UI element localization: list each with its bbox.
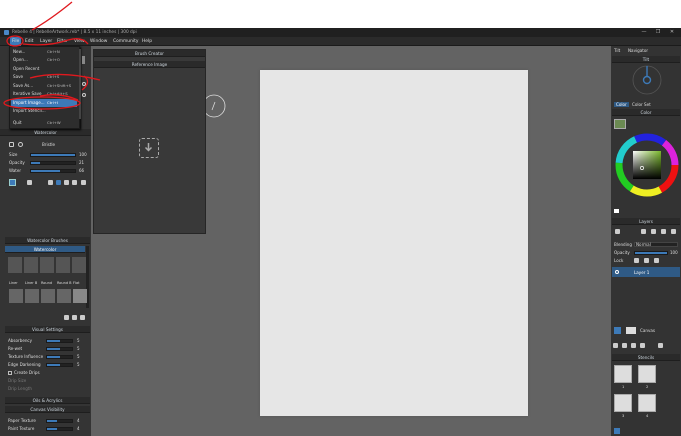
- lock-icon[interactable]: [644, 258, 649, 263]
- delete-layer-icon[interactable]: [658, 343, 663, 348]
- add-layer-icon[interactable]: [613, 343, 618, 348]
- current-color-swatch[interactable]: [614, 119, 626, 129]
- stencil-thumb[interactable]: [614, 365, 632, 383]
- folder-icon[interactable]: [622, 343, 627, 348]
- stencil-count: 1: [622, 385, 625, 389]
- layer-tool-icon[interactable]: [651, 229, 656, 234]
- canvas-label: Canvas: [640, 328, 656, 333]
- stencil-count: 4: [646, 414, 649, 418]
- layer-opacity-label: Opacity: [614, 250, 630, 255]
- stencil-count: 3: [622, 414, 625, 418]
- stencils-panel-title: Stencils: [612, 354, 680, 361]
- lock-icon[interactable]: [654, 258, 659, 263]
- lock-label: Lock: [614, 258, 624, 263]
- layer-tool-icon[interactable]: [661, 229, 666, 234]
- tab-color[interactable]: Color: [614, 102, 629, 107]
- blending-value: Normal: [636, 242, 651, 247]
- color-panel-title: Color: [612, 109, 680, 116]
- layer-eye-icon[interactable]: [615, 270, 619, 274]
- lock-icon[interactable]: [634, 258, 639, 263]
- stencil-thumb[interactable]: [638, 365, 656, 383]
- red-annotation-strokes: [3, 1, 101, 110]
- stencil-thumb[interactable]: [614, 394, 632, 412]
- layer-tool-icon[interactable]: [671, 229, 676, 234]
- tab-navigator[interactable]: Navigator: [628, 48, 648, 53]
- merge-layer-icon[interactable]: [640, 343, 645, 348]
- canvas-eye-icon[interactable]: [614, 327, 621, 334]
- layer-opacity-value[interactable]: 100: [670, 250, 678, 255]
- copy-layer-icon[interactable]: [631, 343, 636, 348]
- layer-tool-icon[interactable]: [641, 229, 646, 234]
- stencil-tool-icon[interactable]: [614, 428, 620, 434]
- stencil-thumb[interactable]: [638, 394, 656, 412]
- tilt-title: Tilt: [612, 56, 680, 63]
- tab-tilt[interactable]: Tilt: [614, 48, 620, 53]
- blending-select[interactable]: Normal: [634, 242, 678, 247]
- stencil-count: 2: [646, 385, 649, 389]
- layer-visibility-icon[interactable]: [615, 229, 620, 234]
- canvas-thumbnail: [626, 327, 636, 334]
- blending-label: Blending: [614, 242, 632, 247]
- color-white-swatch[interactable]: [614, 209, 619, 213]
- layer-opacity-slider[interactable]: [634, 251, 668, 255]
- layer-opacity-slider-fill: [635, 252, 667, 254]
- tilt-dial-icon[interactable]: [631, 64, 663, 96]
- color-wheel[interactable]: [614, 130, 680, 198]
- layer-name[interactable]: Layer 1: [634, 270, 649, 275]
- layers-panel-title: Layers: [612, 218, 680, 225]
- tab-color-set[interactable]: Color Set: [632, 102, 651, 107]
